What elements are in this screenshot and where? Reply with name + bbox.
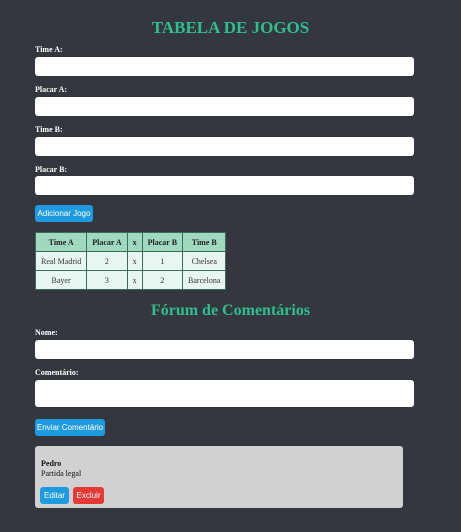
submit-comment-button[interactable]: Enviar Comentário: [35, 419, 105, 436]
comment-author: Pedro: [41, 459, 62, 468]
score-a-label: Placar A:: [35, 85, 68, 94]
cell-score-b: 1: [141, 251, 184, 271]
table-header-row: Time A Placar A x Placar B Time B: [34, 232, 227, 252]
team-a-input[interactable]: [35, 57, 414, 76]
cell-team-b: Chelsea: [182, 251, 227, 271]
comment-textarea[interactable]: [35, 380, 414, 407]
cell-score-a: 3: [86, 270, 128, 290]
score-b-label: Placar B:: [35, 165, 68, 174]
comment-text: Partida legal: [41, 469, 82, 478]
team-b-label: Time B:: [35, 125, 63, 134]
team-b-input[interactable]: [35, 137, 414, 156]
table-row: Real Madrid 2 x 1 Chelsea: [34, 251, 227, 271]
team-a-label: Time A:: [35, 45, 63, 54]
cell-team-a: Bayer: [34, 270, 88, 290]
header-team-a: Time A: [34, 232, 88, 252]
score-b-input[interactable]: [35, 176, 414, 195]
score-a-input[interactable]: [35, 97, 414, 116]
cell-score-b: 2: [141, 270, 184, 290]
cell-versus: x: [126, 270, 143, 290]
edit-comment-button[interactable]: Editar: [40, 487, 69, 504]
name-label: Nome:: [35, 328, 58, 337]
games-table: Time A Placar A x Placar B Time B Real M…: [34, 232, 227, 290]
cell-team-b: Barcelona: [182, 270, 227, 290]
add-game-button[interactable]: Adicionar Jogo: [35, 205, 93, 222]
name-input[interactable]: [35, 340, 414, 359]
table-row: Bayer 3 x 2 Barcelona: [34, 270, 227, 290]
cell-score-a: 2: [86, 251, 128, 271]
cell-team-a: Real Madrid: [34, 251, 88, 271]
header-score-b: Placar B: [141, 232, 184, 252]
header-team-b: Time B: [182, 232, 227, 252]
games-title: TABELA DE JOGOS: [151, 18, 310, 37]
cell-versus: x: [126, 251, 143, 271]
comment-label: Comentário:: [35, 368, 79, 377]
header-score-a: Placar A: [86, 232, 128, 252]
delete-comment-button[interactable]: Excluir: [73, 487, 104, 504]
header-versus: x: [126, 232, 143, 252]
comment-card: Pedro Partida legal Editar Excluir: [35, 446, 403, 508]
forum-title: Fórum de Comentários: [150, 302, 311, 319]
